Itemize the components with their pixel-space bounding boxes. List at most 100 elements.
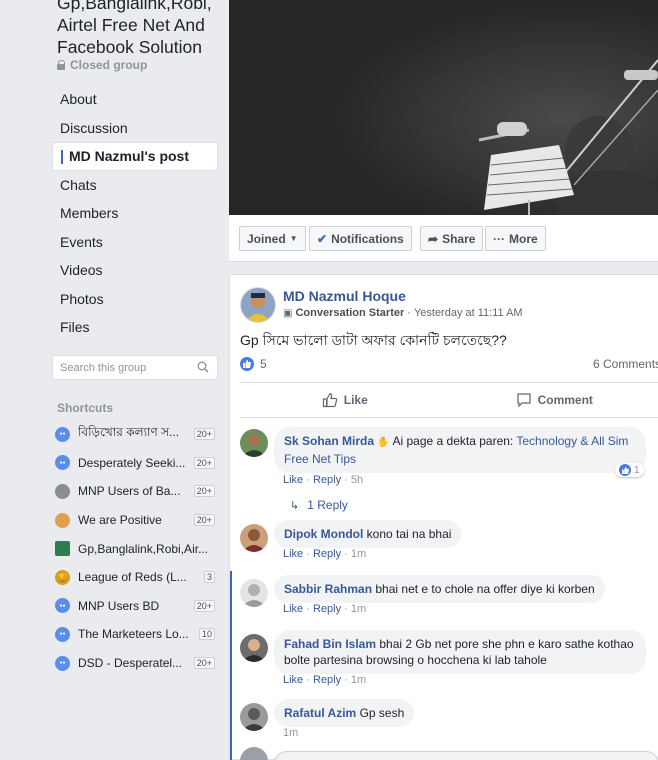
like-reaction-icon <box>240 357 254 371</box>
nav-label: Members <box>60 205 119 222</box>
comment-reply-link[interactable]: Reply <box>313 548 341 560</box>
comment-like-link[interactable]: Like <box>283 548 303 560</box>
group-icon: ●● <box>55 598 70 614</box>
more-label: More <box>509 231 538 246</box>
nav-photos[interactable]: Photos <box>52 285 218 314</box>
comment-reply-link[interactable]: Reply <box>313 674 341 686</box>
comment-time[interactable]: 1m <box>351 548 366 560</box>
comment-time[interactable]: 1m <box>351 674 366 686</box>
nav-md-nazmul-post[interactable]: MD Nazmul's post <box>52 142 218 171</box>
nav-events[interactable]: Events <box>52 228 218 257</box>
share-label: Share <box>442 231 476 246</box>
cover-photo-image <box>229 0 658 215</box>
group-title[interactable]: Gp,Banglalink,Robi, Airtel Free Net And … <box>57 0 227 58</box>
trophy-icon: 🏆 <box>55 569 70 585</box>
post-actions-bar: Like Comment <box>240 382 658 418</box>
comment-bubble: Sk Sohan Mirda ✋ Ai page a dekta paren: … <box>274 427 646 473</box>
shortcut-item[interactable]: ●● DSD - Desperatel... 20+ <box>55 649 215 678</box>
shortcut-label: বিড়িখোর কল্যাণ স... <box>78 425 180 440</box>
nav-chats[interactable]: Chats <box>52 171 218 200</box>
shortcut-label: The Marketeers Lo... <box>78 627 189 642</box>
commenter-name[interactable]: Dipok Mondol <box>284 527 363 541</box>
nav-label: Discussion <box>60 119 128 136</box>
page: Gp,Banglalink,Robi, Airtel Free Net And … <box>0 0 658 760</box>
comment-time[interactable]: 1m <box>351 603 366 615</box>
commenter-name[interactable]: Rafatul Azim <box>284 706 356 720</box>
new-comments-indicator <box>230 571 232 760</box>
rock-hand-icon <box>55 512 70 528</box>
comment-actions: Like · Reply · 1m <box>283 548 367 560</box>
commenter-name[interactable]: Fahad Bin Islam <box>284 637 376 651</box>
write-comment-input[interactable] <box>274 751 658 760</box>
thumbs-up-icon <box>322 392 337 408</box>
comment-time[interactable]: 5h <box>351 474 363 486</box>
shortcuts-heading: Shortcuts <box>57 401 114 415</box>
current-user-avatar <box>240 747 268 760</box>
comment-text: Gp sesh <box>359 706 405 720</box>
share-arrow-icon: ➦ <box>428 231 439 246</box>
joined-button[interactable]: Joined ▼ <box>239 226 306 251</box>
badge-icon: ▣ <box>283 307 293 319</box>
joined-label: Joined <box>247 231 286 246</box>
shortcut-item[interactable]: 🏆 League of Reds (L... 3 <box>55 563 215 592</box>
shortcut-item[interactable]: ●● Desperately Seeki... 20+ <box>55 449 215 478</box>
like-summary[interactable]: 5 <box>240 357 267 371</box>
notifications-button[interactable]: ✔ Notifications <box>309 226 412 251</box>
shortcut-item[interactable]: ●● MNP Users BD 20+ <box>55 592 215 621</box>
author-avatar[interactable] <box>240 287 276 323</box>
comment-reply-link[interactable]: Reply <box>313 474 341 486</box>
commenter-name[interactable]: Sk Sohan Mirda <box>284 434 374 448</box>
megaphone-icon <box>55 483 70 499</box>
shortcut-label: DSD - Desperatel... <box>78 656 183 671</box>
shortcut-item[interactable]: We are Positive 20+ <box>55 506 215 535</box>
group-photo-icon <box>55 541 70 557</box>
comment-reactions[interactable]: 1 <box>615 463 644 477</box>
comment-reply-link[interactable]: Reply <box>313 603 341 615</box>
post-timestamp[interactable]: Yesterday at 11:11 AM <box>414 307 523 319</box>
commenter-avatar[interactable] <box>240 429 268 457</box>
nav-videos[interactable]: Videos <box>52 256 218 285</box>
view-replies-link[interactable]: ↳ 1 Reply <box>290 498 348 512</box>
like-button[interactable]: Like <box>240 383 450 417</box>
group-privacy: Closed group <box>57 58 147 72</box>
group-actions-bar: Joined ▼ ✔ Notifications ➦ Share ··· Mor… <box>229 215 658 262</box>
shortcut-count-badge: 20+ <box>193 514 215 527</box>
commenter-name[interactable]: Sabbir Rahman <box>284 582 372 596</box>
share-button[interactable]: ➦ Share <box>420 226 484 251</box>
nav-about[interactable]: About <box>52 85 218 114</box>
comment-actions: Like · Reply · 1m <box>283 603 367 615</box>
commenter-avatar[interactable] <box>240 579 268 607</box>
shortcut-count-badge: 20+ <box>193 599 215 612</box>
like-count: 5 <box>260 357 267 371</box>
comment-time[interactable]: 1m <box>283 727 298 739</box>
comment-count[interactable]: 6 Comments <box>593 357 658 371</box>
group-icon: ●● <box>55 426 70 442</box>
shortcut-item[interactable]: ●● The Marketeers Lo... 10 <box>55 620 215 649</box>
commenter-avatar[interactable] <box>240 634 268 662</box>
commenter-avatar[interactable] <box>240 524 268 552</box>
conversation-starter-badge: Conversation Starter <box>295 307 405 319</box>
nav-files[interactable]: Files <box>52 313 218 342</box>
nav-discussion[interactable]: Discussion <box>52 114 218 143</box>
shortcut-item[interactable]: MNP Users of Ba... 20+ <box>55 477 215 506</box>
group-icon: ●● <box>55 655 70 671</box>
search-icon[interactable] <box>197 361 209 373</box>
comment-like-link[interactable]: Like <box>283 674 303 686</box>
check-icon: ✔ <box>317 231 328 246</box>
nav-label: Chats <box>60 176 97 193</box>
nav-members[interactable]: Members <box>52 199 218 228</box>
commenter-avatar[interactable] <box>240 703 268 731</box>
comment-button[interactable]: Comment <box>450 383 658 417</box>
lock-icon <box>57 60 66 70</box>
comment-like-link[interactable]: Like <box>283 603 303 615</box>
shortcut-item[interactable]: ●● বিড়িখোর কল্যাণ স... 20+ <box>55 420 215 449</box>
cover-photo[interactable] <box>229 0 658 215</box>
shortcut-item[interactable]: Gp,Banglalink,Robi,Air... <box>55 534 215 563</box>
comment-like-link[interactable]: Like <box>283 474 303 486</box>
notifications-label: Notifications <box>331 231 404 246</box>
nav-label: MD Nazmul's post <box>69 148 190 165</box>
more-button[interactable]: ··· More <box>485 226 546 251</box>
group-search-input[interactable]: Search this group <box>52 355 218 380</box>
shortcut-count-badge: 10 <box>198 628 215 641</box>
post-author-name[interactable]: MD Nazmul Hoque <box>283 288 406 304</box>
